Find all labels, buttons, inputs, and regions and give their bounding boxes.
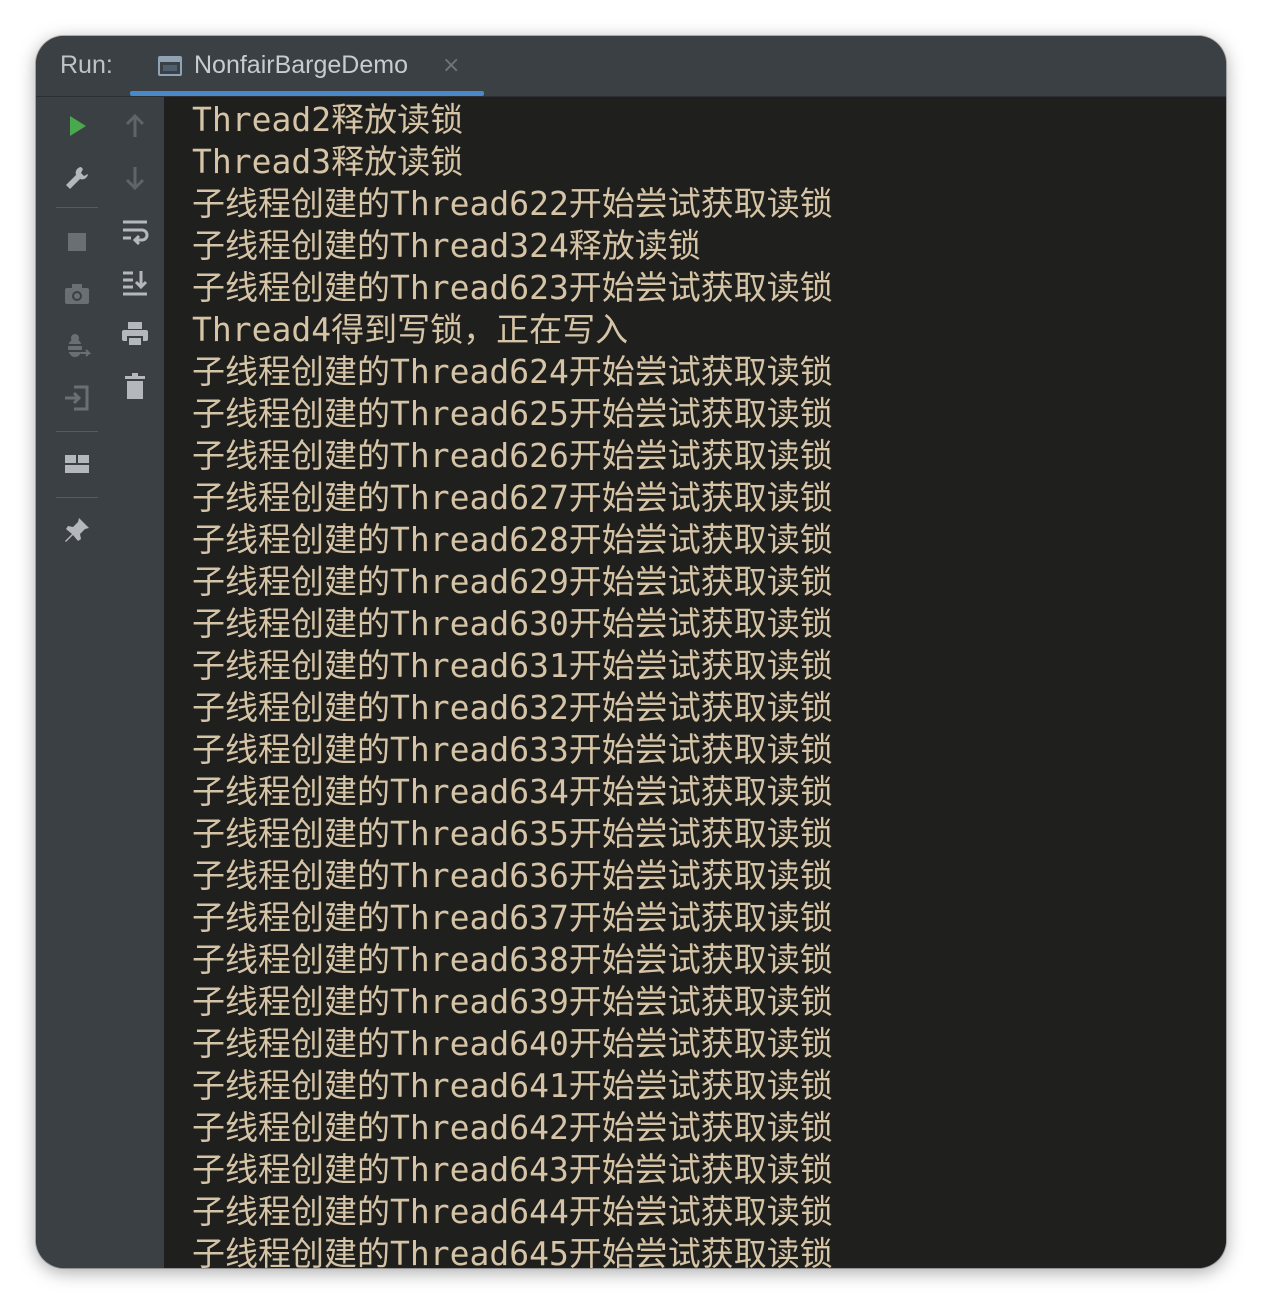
stop-icon xyxy=(68,233,86,251)
exit-button[interactable] xyxy=(60,381,94,415)
arrow-down-icon xyxy=(125,167,145,191)
console-window-icon xyxy=(158,56,182,76)
run-panel-label: Run: xyxy=(60,51,113,79)
console-line: Thread3释放读锁 xyxy=(192,142,464,181)
console-line: 子线程创建的Thread637开始尝试获取读锁 xyxy=(192,898,833,937)
rerun-button[interactable] xyxy=(60,109,94,143)
console-line: 子线程创建的Thread625开始尝试获取读锁 xyxy=(192,394,833,433)
layout-icon xyxy=(65,455,89,473)
up-stack-frame-button[interactable] xyxy=(118,109,152,143)
exit-icon xyxy=(65,385,89,411)
soft-wrap-icon xyxy=(123,220,149,245)
toolbar-separator xyxy=(56,207,98,208)
console-line: Thread2释放读锁 xyxy=(192,100,464,139)
console-line: Thread4得到写锁，正在写入 xyxy=(192,310,629,349)
tab-close-icon[interactable]: × xyxy=(442,54,460,78)
console-line: 子线程创建的Thread636开始尝试获取读锁 xyxy=(192,856,833,895)
window-edge xyxy=(36,97,48,1268)
run-tab-bar: Run: NonfairBargeDemo × xyxy=(36,36,1226,97)
modify-run-configuration-button[interactable] xyxy=(60,161,94,195)
print-button[interactable] xyxy=(118,317,152,351)
pin-tab-button[interactable] xyxy=(60,513,94,547)
console-line: 子线程创建的Thread638开始尝试获取读锁 xyxy=(192,940,833,979)
console-line: 子线程创建的Thread635开始尝试获取读锁 xyxy=(192,814,833,853)
down-stack-frame-button[interactable] xyxy=(118,161,152,195)
console-line: 子线程创建的Thread627开始尝试获取读锁 xyxy=(192,478,833,517)
dump-threads-button[interactable] xyxy=(60,277,94,311)
trash-icon xyxy=(125,373,145,399)
console-line: 子线程创建的Thread639开始尝试获取读锁 xyxy=(192,982,833,1021)
console-line: 子线程创建的Thread642开始尝试获取读锁 xyxy=(192,1108,833,1147)
console-line: 子线程创建的Thread634开始尝试获取读锁 xyxy=(192,772,833,811)
toolbar-separator xyxy=(56,431,98,432)
console-line: 子线程创建的Thread631开始尝试获取读锁 xyxy=(192,646,833,685)
camera-icon xyxy=(65,284,89,304)
console-line: 子线程创建的Thread643开始尝试获取读锁 xyxy=(192,1150,833,1189)
console-line: 子线程创建的Thread630开始尝试获取读锁 xyxy=(192,604,833,643)
tab-title: NonfairBargeDemo xyxy=(194,51,408,79)
print-icon xyxy=(122,322,148,347)
soft-wrap-button[interactable] xyxy=(118,213,152,247)
wrench-icon xyxy=(66,167,88,189)
console-line: 子线程创建的Thread640开始尝试获取读锁 xyxy=(192,1024,833,1063)
console-line: 子线程创建的Thread629开始尝试获取读锁 xyxy=(192,562,833,601)
console-line: 子线程创建的Thread644开始尝试获取读锁 xyxy=(192,1192,833,1231)
console-line: 子线程创建的Thread624开始尝试获取读锁 xyxy=(192,352,833,391)
console-line: 子线程创建的Thread324释放读锁 xyxy=(192,226,701,265)
debug-button[interactable] xyxy=(60,329,94,363)
pin-icon xyxy=(65,518,89,542)
scroll-to-end-button[interactable] xyxy=(118,265,152,299)
stop-button[interactable] xyxy=(60,225,94,259)
arrow-up-icon xyxy=(125,113,145,137)
console-line: 子线程创建的Thread626开始尝试获取读锁 xyxy=(192,436,833,475)
run-toolbar-right xyxy=(106,97,164,1268)
console-output[interactable]: Thread2释放读锁 Thread3释放读锁 子线程创建的Thread622开始尝… xyxy=(164,97,1226,1268)
scroll-to-end-icon xyxy=(123,271,148,296)
active-tab-indicator xyxy=(130,91,484,96)
console-line: 子线程创建的Thread633开始尝试获取读锁 xyxy=(192,730,833,769)
debug-icon xyxy=(65,334,92,357)
console-line: 子线程创建的Thread632开始尝试获取读锁 xyxy=(192,688,833,727)
tab-nonfair-barge-demo[interactable]: NonfairBargeDemo × xyxy=(130,36,484,96)
run-icon xyxy=(70,116,86,136)
clear-all-button[interactable] xyxy=(118,369,152,403)
console-line: 子线程创建的Thread628开始尝试获取读锁 xyxy=(192,520,833,559)
toolbar-separator xyxy=(56,497,98,498)
restore-layout-button[interactable] xyxy=(60,447,94,481)
console-line: 子线程创建的Thread641开始尝试获取读锁 xyxy=(192,1066,833,1105)
console-lines: Thread2释放读锁 Thread3释放读锁 子线程创建的Thread622开始尝… xyxy=(192,99,833,1268)
run-tool-window: Run: NonfairBargeDemo × Thread2释放读锁 Thre… xyxy=(36,36,1226,1268)
run-toolbar-left xyxy=(48,97,107,1268)
console-line: 子线程创建的Thread645开始尝试获取读锁 xyxy=(192,1234,833,1268)
console-line: 子线程创建的Thread622开始尝试获取读锁 xyxy=(192,184,833,223)
console-line: 子线程创建的Thread623开始尝试获取读锁 xyxy=(192,268,833,307)
